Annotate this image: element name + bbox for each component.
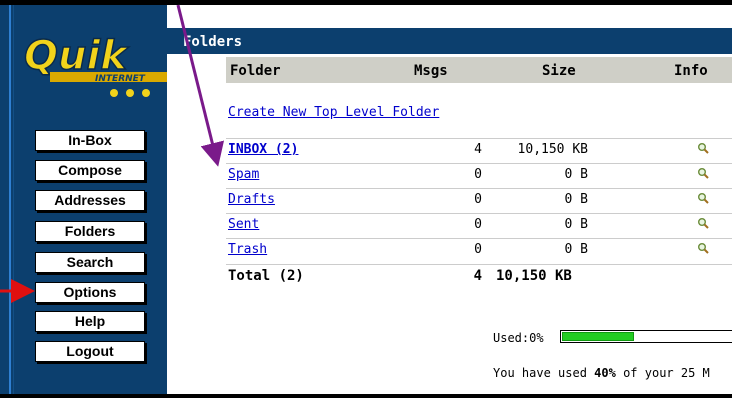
usage-bar-fill xyxy=(562,332,634,341)
folder-link-sent[interactable]: Sent xyxy=(228,217,259,232)
folder-msgs: 0 xyxy=(474,167,482,182)
folder-size: 0 B xyxy=(564,167,588,182)
folder-size: 0 B xyxy=(564,242,588,257)
logo-dot xyxy=(126,89,134,97)
page-title: Folders xyxy=(167,28,732,54)
magnifier-icon[interactable] xyxy=(688,217,718,233)
nav-compose-button[interactable]: Compose xyxy=(35,160,145,181)
total-row: Total (2) 4 10,150 KB xyxy=(226,264,732,289)
nav-help-button[interactable]: Help xyxy=(35,311,145,332)
table-row: Trash 0 0 B xyxy=(226,238,732,261)
nav-search-button[interactable]: Search xyxy=(35,252,145,273)
folder-size: 0 B xyxy=(564,192,588,207)
total-label: Total (2) xyxy=(228,268,304,284)
col-info: Info xyxy=(674,63,708,79)
total-msgs: 4 xyxy=(473,268,482,284)
table-row: INBOX (2) 4 10,150 KB xyxy=(226,138,732,161)
magnifier-icon[interactable] xyxy=(688,142,718,158)
logo-subtext: INTERNET xyxy=(95,74,146,84)
magnifier-icon[interactable] xyxy=(688,192,718,208)
sidebar-stripe-inner xyxy=(13,5,14,394)
col-size: Size xyxy=(542,63,576,79)
magnifier-icon[interactable] xyxy=(688,167,718,183)
usage-bar xyxy=(560,330,732,343)
nav-options-button[interactable]: Options xyxy=(35,282,145,303)
nav-logout-button[interactable]: Logout xyxy=(35,341,145,362)
nav-folders-button[interactable]: Folders xyxy=(35,221,145,242)
magnifier-icon[interactable] xyxy=(688,242,718,258)
total-size: 10,150 KB xyxy=(496,268,572,284)
folder-msgs: 4 xyxy=(474,142,482,157)
logo-dot xyxy=(110,89,118,97)
quota-percent: 40% xyxy=(594,366,616,380)
table-row: Spam 0 0 B xyxy=(226,163,732,186)
col-msgs: Msgs xyxy=(414,63,448,79)
nav-inbox-button[interactable]: In-Box xyxy=(35,130,145,151)
folder-link-drafts[interactable]: Drafts xyxy=(228,192,275,207)
folder-size: 10,150 KB xyxy=(517,142,588,157)
folder-table-header: Folder Msgs Size Info xyxy=(226,57,732,83)
nav-addresses-button[interactable]: Addresses xyxy=(35,190,145,211)
folder-msgs: 0 xyxy=(474,242,482,257)
usage-label: Used:0% xyxy=(493,331,544,345)
folder-msgs: 0 xyxy=(474,192,482,207)
quota-prefix: You have used xyxy=(493,366,595,380)
folder-link-inbox[interactable]: INBOX (2) xyxy=(228,142,298,157)
table-row: Drafts 0 0 B xyxy=(226,188,732,211)
col-folder: Folder xyxy=(230,63,281,79)
folder-size: 0 B xyxy=(564,217,588,232)
folder-msgs: 0 xyxy=(474,217,482,232)
sidebar: Quik INTERNET In-Box Compose Addresses F… xyxy=(0,5,167,394)
table-row: Sent 0 0 B xyxy=(226,213,732,236)
folder-link-spam[interactable]: Spam xyxy=(228,167,259,182)
logo-dot xyxy=(142,89,150,97)
quik-logo: Quik INTERNET xyxy=(23,32,167,97)
quota-text: You have used 40% of your 25 M xyxy=(493,366,710,380)
quota-suffix: of your 25 M xyxy=(615,366,710,380)
folder-link-trash[interactable]: Trash xyxy=(228,242,267,257)
create-folder-link[interactable]: Create New Top Level Folder xyxy=(228,105,439,120)
sidebar-stripe xyxy=(9,5,11,394)
